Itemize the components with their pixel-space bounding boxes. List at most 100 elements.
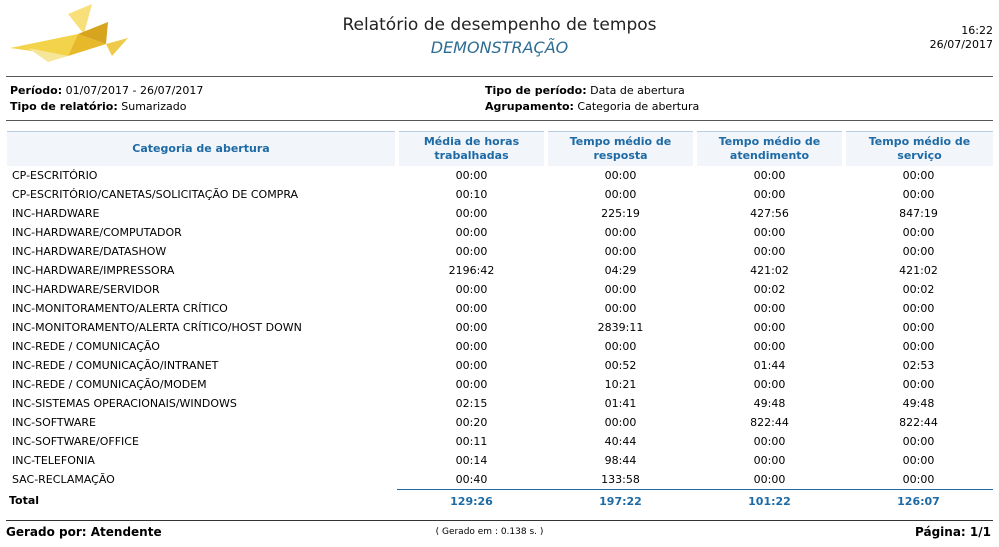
cell-categoria: INC-MONITORAMENTO/ALERTA CRÍTICO/HOST DO… <box>12 321 302 334</box>
cell-tempo-servico: 00:00 <box>902 169 935 182</box>
cell-tempo-resposta: 00:00 <box>604 169 637 182</box>
divider <box>6 120 993 121</box>
table-row: INC-HARDWARE/COMPUTADOR 00:00 00:00 00:00 00… <box>7 223 993 242</box>
table-row: INC-HARDWARE/SERVIDOR 00:00 00:00 00:02 00:0… <box>7 280 993 299</box>
cell-tempo-atendimento: 822:44 <box>750 416 789 429</box>
cell-tempo-resposta: 00:00 <box>604 245 637 258</box>
cell-media-horas: 00:00 <box>455 302 488 315</box>
generated-in: ( Gerado em : 0.138 s. ) <box>435 527 544 537</box>
cell-tempo-atendimento: 00:00 <box>753 321 786 334</box>
cell-tempo-servico: 822:44 <box>899 416 938 429</box>
cell-tempo-atendimento: 00:00 <box>753 188 786 201</box>
cell-categoria: INC-MONITORAMENTO/ALERTA CRÍTICO <box>12 302 228 315</box>
cell-categoria: SAC-RECLAMAÇÃO <box>12 473 115 487</box>
table-row: CP-ESCRITÓRIO 00:00 00:00 00:00 00:00 <box>7 166 993 185</box>
cell-tempo-resposta: 04:29 <box>604 264 637 277</box>
cell-categoria: INC-HARDWARE <box>12 207 100 220</box>
cell-tempo-servico: 00:00 <box>902 321 935 334</box>
table-row: INC-REDE / COMUNICAÇÃO/MODEM 00:00 10:21 00… <box>7 375 993 394</box>
cell-tempo-resposta: 00:00 <box>604 340 637 353</box>
report-title: Relatório de desempenho de tempos <box>342 15 657 35</box>
cell-tempo-resposta: 2839:11 <box>597 321 644 334</box>
table-row: INC-MONITORAMENTO/ALERTA CRÍTICO 00:00 00:… <box>7 299 993 318</box>
cell-tempo-servico: 00:00 <box>902 340 935 353</box>
cell-media-horas: 00:00 <box>455 283 488 296</box>
cell-tempo-resposta: 40:44 <box>604 435 637 448</box>
report-time: 16:22 <box>961 24 993 37</box>
total-row: Total 129:26 197:22 101:22 126:07 <box>7 489 993 512</box>
cell-tempo-atendimento: 00:00 <box>753 435 786 448</box>
report-table: Categoria de abertura Média de horas tra… <box>7 131 993 512</box>
table-row: SAC-RECLAMAÇÃO 00:40 133:58 00:00 00:00 <box>7 470 993 490</box>
cell-tempo-resposta: 00:00 <box>604 416 637 429</box>
cell-tempo-servico: 00:00 <box>902 226 935 239</box>
cell-categoria: INC-REDE / COMUNICAÇÃO/INTRANET <box>12 359 219 372</box>
cell-tempo-atendimento: 00:00 <box>753 302 786 315</box>
table-row: INC-MONITORAMENTO/ALERTA CRÍTICO/HOST DO… <box>7 318 993 337</box>
cell-tempo-resposta: 10:21 <box>604 378 637 391</box>
table-row: INC-HARDWARE/IMPRESSORA 2196:42 04:29 421:0… <box>7 261 993 280</box>
cell-tempo-atendimento: 00:00 <box>753 473 786 486</box>
cell-tempo-atendimento: 01:44 <box>753 359 786 372</box>
total-tempo-atendimento: 101:22 <box>695 489 844 512</box>
tipo-relatorio-label: Tipo de relatório: <box>10 100 118 113</box>
cell-media-horas: 00:00 <box>455 169 488 182</box>
cell-tempo-resposta: 00:00 <box>604 188 637 201</box>
cell-categoria: INC-REDE / COMUNICAÇÃO <box>12 340 160 353</box>
cell-media-horas: 00:00 <box>455 207 488 220</box>
header-tempo-atendimento: Tempo médio de atendimento <box>693 131 844 166</box>
cell-tempo-servico: 421:02 <box>899 264 938 277</box>
cell-tempo-resposta: 225:19 <box>601 207 640 220</box>
cell-tempo-servico: 00:00 <box>902 378 935 391</box>
cell-tempo-resposta: 00:52 <box>604 359 637 372</box>
cell-tempo-atendimento: 00:00 <box>753 169 786 182</box>
cell-tempo-atendimento: 00:00 <box>753 340 786 353</box>
cell-categoria: INC-HARDWARE/DATASHOW <box>12 245 167 258</box>
cell-tempo-servico: 00:00 <box>902 302 935 315</box>
cell-tempo-resposta: 00:00 <box>604 226 637 239</box>
header-categoria: Categoria de abertura <box>7 131 397 166</box>
tipo-periodo-label: Tipo de período: <box>485 84 587 97</box>
cell-media-horas: 02:15 <box>455 397 488 410</box>
total-tempo-servico: 126:07 <box>844 489 993 512</box>
cell-tempo-atendimento: 00:02 <box>753 283 786 296</box>
cell-tempo-atendimento: 421:02 <box>750 264 789 277</box>
total-media-horas: 129:26 <box>397 489 546 512</box>
table-row: INC-REDE / COMUNICAÇÃO 00:00 00:00 00:00 00:… <box>7 337 993 356</box>
agrupamento-label: Agrupamento: <box>485 100 574 113</box>
total-tempo-resposta: 197:22 <box>546 489 695 512</box>
table-row: INC-REDE / COMUNICAÇÃO/INTRANET 00:00 00:5… <box>7 356 993 375</box>
cell-tempo-resposta: 133:58 <box>601 473 640 486</box>
cell-media-horas: 00:14 <box>455 454 488 467</box>
cell-categoria: CP-ESCRITÓRIO <box>12 169 98 182</box>
cell-media-horas: 00:00 <box>455 321 488 334</box>
cell-media-horas: 00:00 <box>455 226 488 239</box>
cell-media-horas: 00:00 <box>455 378 488 391</box>
cell-tempo-resposta: 98:44 <box>604 454 637 467</box>
table-row: INC-HARDWARE 00:00 225:19 427:56 847:19 <box>7 204 993 223</box>
divider <box>6 520 993 521</box>
cell-categoria: INC-TELEFONIA <box>12 454 95 467</box>
cell-categoria: CP-ESCRITÓRIO/CANETAS/SOLICITAÇÃO DE COM… <box>12 188 299 201</box>
cell-media-horas: 00:00 <box>455 245 488 258</box>
cell-media-horas: 00:11 <box>455 435 488 448</box>
table-header-row: Categoria de abertura Média de horas tra… <box>7 131 993 166</box>
cell-categoria: INC-SOFTWARE/OFFICE <box>12 435 139 448</box>
cell-categoria: INC-HARDWARE/SERVIDOR <box>12 283 160 296</box>
total-label: Total <box>9 494 40 508</box>
divider <box>6 76 993 77</box>
cell-tempo-servico: 49:48 <box>902 397 935 410</box>
cell-tempo-servico: 00:00 <box>902 473 935 486</box>
table-row: INC-HARDWARE/DATASHOW 00:00 00:00 00:00 00:0… <box>7 242 993 261</box>
cell-tempo-servico: 00:00 <box>902 435 935 448</box>
cell-media-horas: 2196:42 <box>448 264 495 277</box>
periodo-value: 01/07/2017 - 26/07/2017 <box>65 84 204 97</box>
cell-tempo-resposta: 00:00 <box>604 302 637 315</box>
cell-tempo-atendimento: 00:00 <box>753 454 786 467</box>
header-tempo-resposta: Tempo médio de resposta <box>544 131 695 166</box>
report-date: 26/07/2017 <box>929 38 993 51</box>
cell-tempo-servico: 00:00 <box>902 454 935 467</box>
cell-tempo-atendimento: 00:00 <box>753 245 786 258</box>
meta-left: Período: 01/07/2017 - 26/07/2017 Tipo de… <box>10 83 203 115</box>
cell-media-horas: 00:00 <box>455 359 488 372</box>
